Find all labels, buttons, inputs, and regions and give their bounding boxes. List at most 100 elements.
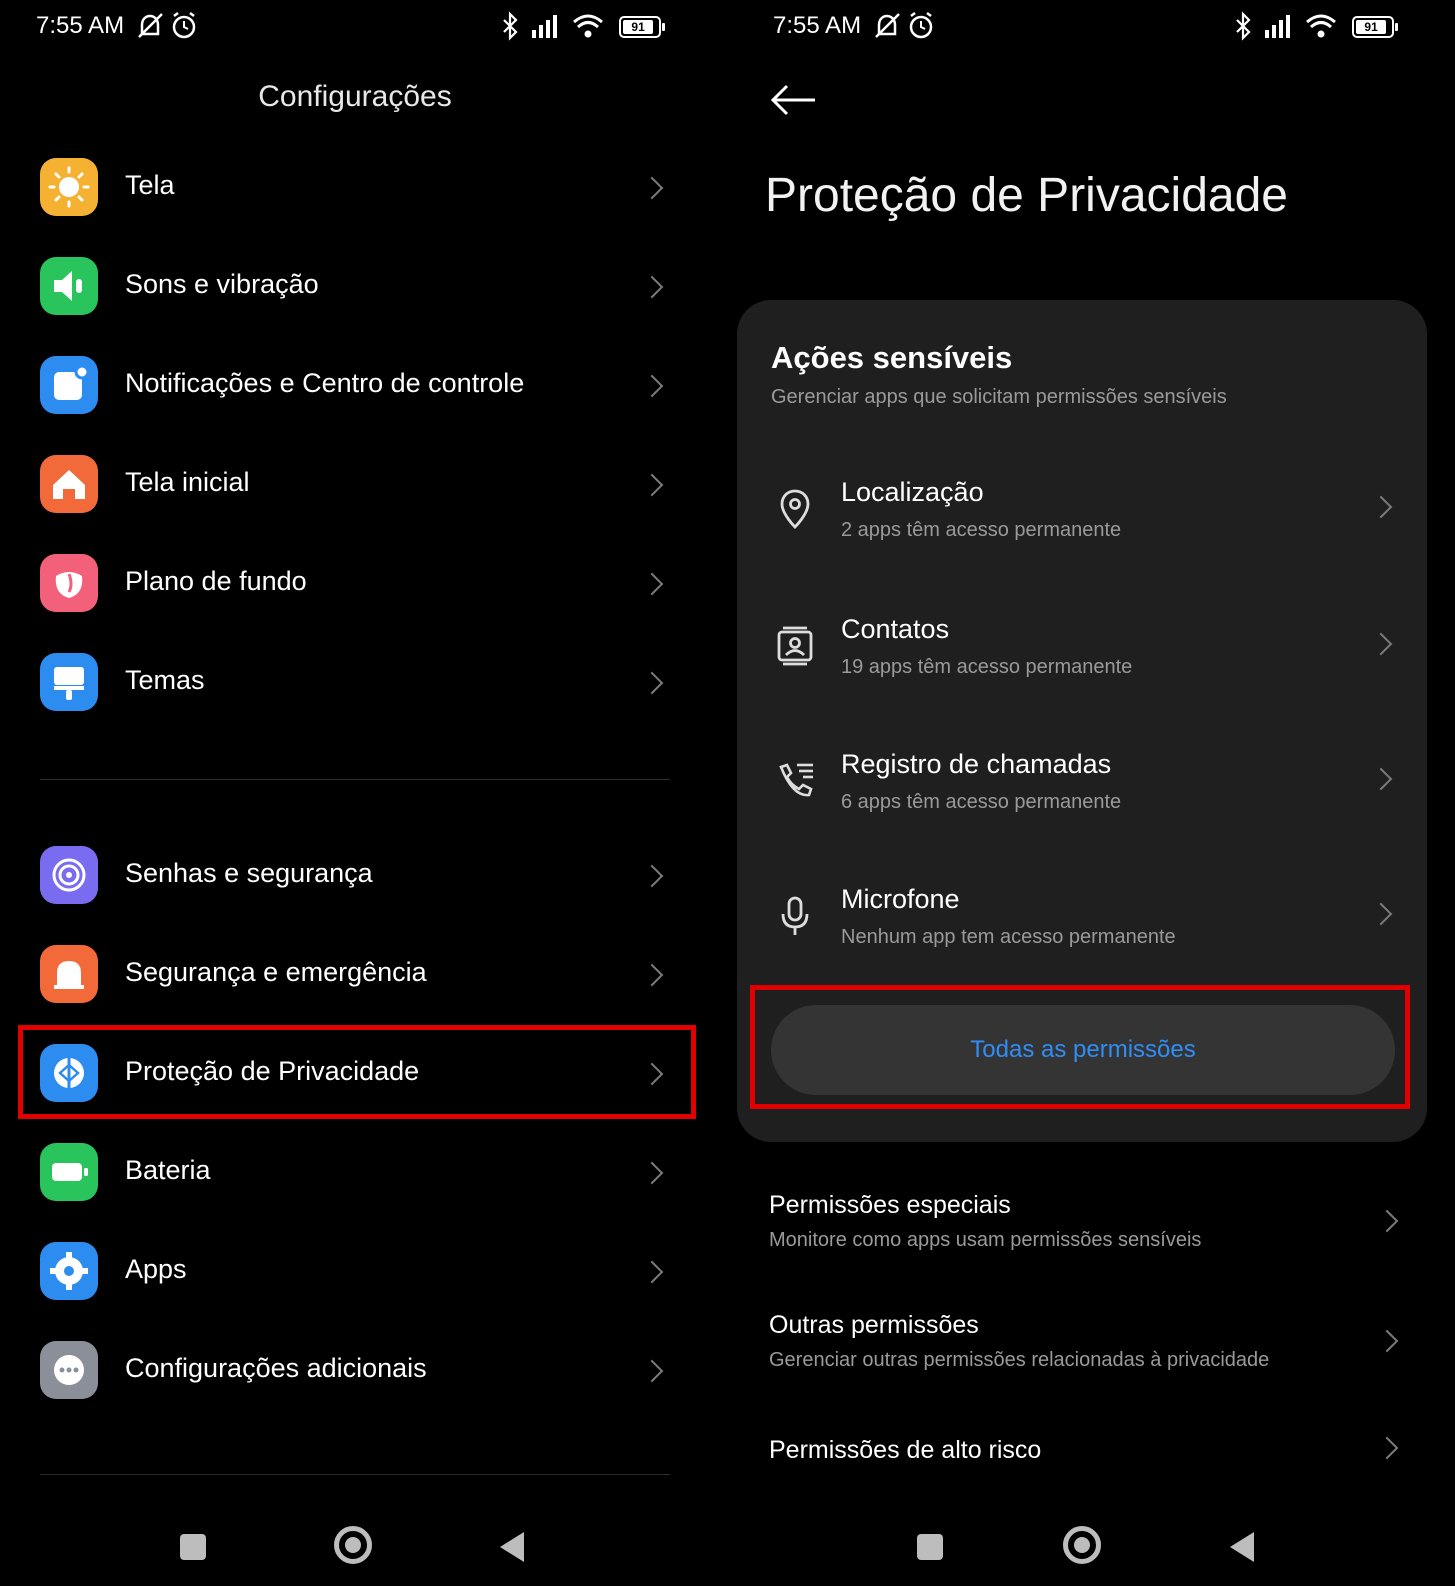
back-button[interactable] <box>500 1532 524 1562</box>
permission-item-microfone[interactable]: Microfone Nenhum app tem acesso permanen… <box>737 872 1427 982</box>
permission-subtitle: Nenhum app tem acesso permanente <box>841 926 1176 948</box>
chevron-right-icon <box>1375 1436 1399 1460</box>
status-left-icons <box>136 10 200 48</box>
settings-item-label: Temas <box>125 665 205 695</box>
privacy-screen: 7:55 AM 91 Proteção de Privacidade Ações… <box>727 0 1455 1586</box>
section-divider <box>40 1474 670 1475</box>
chevron-right-icon <box>640 963 664 987</box>
chevron-right-icon <box>640 1260 664 1284</box>
settings-item-label: Plano de fundo <box>125 566 307 596</box>
battery-icon <box>40 1143 98 1201</box>
list-item-permissoes-especiais[interactable]: Permissões especiais Monitore como apps … <box>727 1175 1455 1275</box>
battery-level: 91 <box>623 20 654 34</box>
list-item-outras-permissoes[interactable]: Outras permissões Gerenciar outras permi… <box>727 1295 1455 1395</box>
bt-signal-wifi-icon <box>1236 11 1336 41</box>
fingerprint-icon <box>40 846 98 904</box>
bt-signal-wifi-icon <box>503 11 603 41</box>
more-icon <box>40 1341 98 1399</box>
chevron-right-icon <box>1369 632 1393 656</box>
settings-item-apps[interactable]: Apps <box>40 1234 670 1314</box>
page-title: Configurações <box>258 80 452 113</box>
chevron-right-icon <box>640 1161 664 1185</box>
permission-title: Registro de chamadas <box>841 749 1112 779</box>
chevron-right-icon <box>640 572 664 596</box>
settings-item-sons[interactable]: Sons e vibração <box>40 249 670 329</box>
list-item-title: Permissões especiais <box>769 1191 1011 1219</box>
status-left-icons <box>873 10 937 48</box>
battery-level: 91 <box>1356 20 1387 34</box>
navigation-bar <box>0 1506 727 1586</box>
list-item-alto-risco[interactable]: Permissões de alto risco <box>727 1420 1455 1520</box>
highlight-box <box>750 985 1410 1109</box>
permission-title: Contatos <box>841 614 950 644</box>
call-log-icon <box>779 763 813 797</box>
settings-item-label: Bateria <box>125 1155 211 1185</box>
list-item-title: Outras permissões <box>769 1311 979 1339</box>
contacts-icon <box>777 626 813 666</box>
alert-icon <box>40 945 98 1003</box>
permission-item-localizacao[interactable]: Localização 2 apps têm acesso permanente <box>737 465 1427 575</box>
speaker-icon <box>40 257 98 315</box>
chevron-right-icon <box>640 275 664 299</box>
settings-item-notificacoes[interactable]: Notificações e Centro de controle <box>40 348 670 428</box>
settings-screen: 7:55 AM 91 Configurações Tela Sons e vib… <box>0 0 727 1586</box>
permission-subtitle: 19 apps têm acesso permanente <box>841 656 1133 678</box>
chevron-right-icon <box>1375 1329 1399 1353</box>
recents-button[interactable] <box>180 1534 206 1560</box>
permission-item-contatos[interactable]: Contatos 19 apps têm acesso permanente <box>737 602 1427 712</box>
settings-item-label: Apps <box>125 1254 187 1284</box>
chevron-right-icon <box>640 864 664 888</box>
settings-item-label: Configurações adicionais <box>125 1353 427 1383</box>
list-item-subtitle: Gerenciar outras permissões relacionadas… <box>769 1349 1270 1371</box>
chevron-right-icon <box>1369 902 1393 926</box>
permission-subtitle: 2 apps têm acesso permanente <box>841 519 1122 541</box>
gear-icon <box>40 1242 98 1300</box>
permission-item-registro-chamadas[interactable]: Registro de chamadas 6 apps têm acesso p… <box>737 737 1427 847</box>
home-button[interactable] <box>334 1526 372 1564</box>
chevron-right-icon <box>1369 495 1393 519</box>
settings-item-temas[interactable]: Temas <box>40 645 670 725</box>
chevron-right-icon <box>1369 767 1393 791</box>
highlight-box <box>18 1025 696 1119</box>
permission-title: Localização <box>841 477 984 507</box>
muted-bell-alarm-icon <box>138 12 196 39</box>
settings-item-tela[interactable]: Tela <box>40 150 670 230</box>
sun-icon <box>40 158 98 216</box>
status-time: 7:55 AM <box>773 12 862 39</box>
chevron-right-icon <box>640 176 664 200</box>
notification-icon <box>40 356 98 414</box>
muted-bell-alarm-icon <box>875 12 933 39</box>
home-button[interactable] <box>1063 1526 1101 1564</box>
settings-item-bateria[interactable]: Bateria <box>40 1135 670 1215</box>
chevron-right-icon <box>1375 1209 1399 1233</box>
brush-icon <box>40 653 98 711</box>
back-arrow-icon[interactable] <box>769 82 819 118</box>
settings-item-senhas[interactable]: Senhas e segurança <box>40 838 670 918</box>
settings-item-adicionais[interactable]: Configurações adicionais <box>40 1333 670 1413</box>
settings-item-emergencia[interactable]: Segurança e emergência <box>40 937 670 1017</box>
recents-button[interactable] <box>917 1534 943 1560</box>
card-title: Ações sensíveis <box>771 340 1013 375</box>
settings-item-plano-de-fundo[interactable]: Plano de fundo <box>40 546 670 626</box>
list-item-title: Permissões de alto risco <box>769 1436 1042 1464</box>
status-right-icons: 91 <box>1231 10 1399 44</box>
section-divider <box>40 779 670 780</box>
page-title: Proteção de Privacidade <box>765 169 1288 222</box>
battery-icon: 91 <box>619 16 666 38</box>
back-button[interactable] <box>1230 1532 1254 1562</box>
permission-title: Microfone <box>841 884 960 914</box>
status-time: 7:55 AM <box>36 12 125 39</box>
home-icon <box>40 455 98 513</box>
settings-item-label: Segurança e emergência <box>125 957 427 987</box>
card-subtitle: Gerenciar apps que solicitam permissões … <box>771 386 1227 408</box>
settings-item-tela-inicial[interactable]: Tela inicial <box>40 447 670 527</box>
settings-item-label: Sons e vibração <box>125 269 319 299</box>
battery-icon: 91 <box>1352 16 1399 38</box>
flower-icon <box>40 554 98 612</box>
status-right-icons: 91 <box>498 10 666 44</box>
permission-subtitle: 6 apps têm acesso permanente <box>841 791 1122 813</box>
status-bar: 7:55 AM 91 <box>0 8 727 48</box>
chevron-right-icon <box>640 1359 664 1383</box>
list-item-subtitle: Monitore como apps usam permissões sensí… <box>769 1229 1202 1251</box>
settings-item-label: Tela <box>125 170 175 200</box>
